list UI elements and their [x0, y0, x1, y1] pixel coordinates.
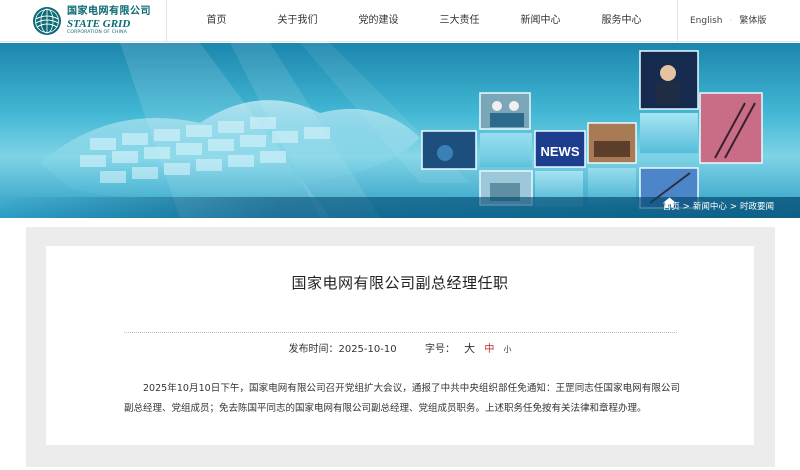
breadcrumb-separator: > — [729, 202, 737, 212]
lang-traditional-link[interactable]: 繁体版 — [739, 16, 766, 26]
title-divider — [124, 332, 677, 333]
nav-item-about[interactable]: 关于我们 — [257, 0, 338, 42]
header-divider — [677, 0, 678, 42]
breadcrumb-news-center[interactable]: 新闻中心 — [693, 197, 727, 218]
nav-item-home[interactable]: 首页 — [176, 0, 257, 42]
nav-item-service[interactable]: 服务中心 — [581, 0, 662, 42]
publish-date: 2025-10-10 — [338, 344, 397, 355]
site-header: 国家电网有限公司 STATE GRID CORPORATION OF CHINA… — [0, 0, 800, 42]
main-nav: 首页 关于我们 党的建设 三大责任 新闻中心 服务中心 — [176, 0, 676, 42]
breadcrumb-bar: 首页 > 新闻中心 > 时政要闻 — [0, 197, 800, 218]
lang-english-link[interactable]: English — [690, 16, 723, 26]
content-area: 国家电网有限公司副总经理任职 发布时间：2025-10-10 字号： 大 中 小… — [26, 227, 775, 467]
article-card: 国家电网有限公司副总经理任职 发布时间：2025-10-10 字号： 大 中 小… — [46, 246, 754, 445]
logo-chinese-name: 国家电网有限公司 — [67, 5, 151, 17]
font-size-medium-button[interactable]: 中 — [484, 344, 494, 355]
font-size-small-button[interactable]: 小 — [504, 345, 512, 354]
article-body: 2025年10月10日下午，国家电网有限公司召开党组扩大会议，通报了中共中央组织… — [124, 383, 680, 414]
home-icon[interactable] — [663, 197, 676, 208]
publish-label: 发布时间： — [288, 344, 339, 355]
font-size-label: 字号： — [424, 344, 455, 355]
lang-separator: · — [729, 16, 733, 26]
logo-english-name: STATE GRID — [67, 17, 131, 30]
breadcrumb-separator: > — [682, 202, 690, 212]
breadcrumb-current[interactable]: 时政要闻 — [740, 197, 774, 218]
state-grid-emblem-icon — [33, 7, 61, 35]
logo-subtitle: CORPORATION OF CHINA — [67, 29, 128, 35]
breadcrumb: 首页 > 新闻中心 > 时政要闻 — [663, 197, 774, 218]
banner-graphic: NEWS — [40, 43, 763, 218]
page-banner: NEWS 首页 > 新闻中心 > 时政要闻 — [0, 43, 800, 218]
article-meta: 发布时间：2025-10-10 字号： 大 中 小 — [46, 340, 754, 356]
nav-item-news[interactable]: 新闻中心 — [500, 0, 581, 42]
article-title: 国家电网有限公司副总经理任职 — [291, 274, 509, 292]
news-sign-text: NEWS — [541, 144, 580, 159]
state-grid-logo[interactable]: 国家电网有限公司 STATE GRID CORPORATION OF CHINA — [32, 5, 151, 37]
header-divider — [166, 0, 167, 42]
nav-item-party[interactable]: 党的建设 — [338, 0, 419, 42]
font-size-large-button[interactable]: 大 — [464, 342, 475, 355]
nav-item-responsibility[interactable]: 三大责任 — [419, 0, 500, 42]
language-switcher: English · 繁体版 — [690, 0, 766, 42]
